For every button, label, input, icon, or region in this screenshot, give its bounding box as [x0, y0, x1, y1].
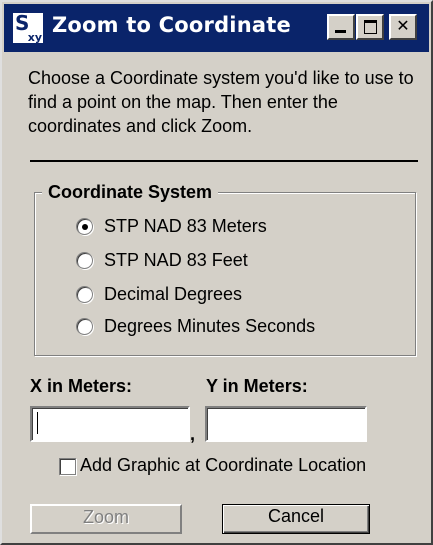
- close-icon: ✕: [396, 16, 410, 35]
- coordinate-separator: ,: [190, 424, 196, 444]
- add-graphic-label[interactable]: Add Graphic at Coordinate Location: [80, 455, 366, 476]
- maximize-icon: [364, 20, 377, 34]
- title-bar[interactable]: S xy Zoom to Coordinate ✕: [4, 4, 429, 52]
- radio-label[interactable]: Degrees Minutes Seconds: [104, 316, 315, 337]
- window-title: Zoom to Coordinate: [52, 13, 291, 37]
- radio-button-icon[interactable]: [76, 318, 93, 335]
- radio-button-icon[interactable]: [76, 252, 93, 269]
- cancel-button[interactable]: Cancel: [222, 504, 370, 534]
- coordinate-system-legend: Coordinate System: [42, 182, 219, 203]
- x-coordinate-input[interactable]: [30, 406, 190, 442]
- close-button[interactable]: ✕: [389, 14, 417, 40]
- add-graphic-checkbox[interactable]: [59, 458, 76, 475]
- minimize-icon: [335, 30, 346, 33]
- separator-line: [30, 160, 418, 162]
- radio-label[interactable]: STP NAD 83 Feet: [104, 250, 248, 271]
- instructions-text: Choose a Coordinate system you'd like to…: [28, 68, 414, 136]
- minimize-button[interactable]: [327, 14, 355, 40]
- radio-button-icon[interactable]: [76, 286, 93, 303]
- radio-label[interactable]: Decimal Degrees: [104, 284, 242, 305]
- x-label: X in Meters:: [30, 376, 133, 396]
- radio-button-icon[interactable]: [76, 218, 93, 235]
- y-coordinate-input[interactable]: [205, 406, 367, 442]
- xy-coordinate-icon: S xy: [12, 11, 44, 44]
- y-label: Y in Meters:: [206, 376, 308, 396]
- maximize-button[interactable]: [356, 14, 384, 40]
- zoom-button[interactable]: Zoom: [30, 504, 182, 534]
- radio-selected-dot: [82, 224, 88, 230]
- text-caret: [37, 412, 38, 434]
- radio-label[interactable]: STP NAD 83 Meters: [104, 216, 267, 237]
